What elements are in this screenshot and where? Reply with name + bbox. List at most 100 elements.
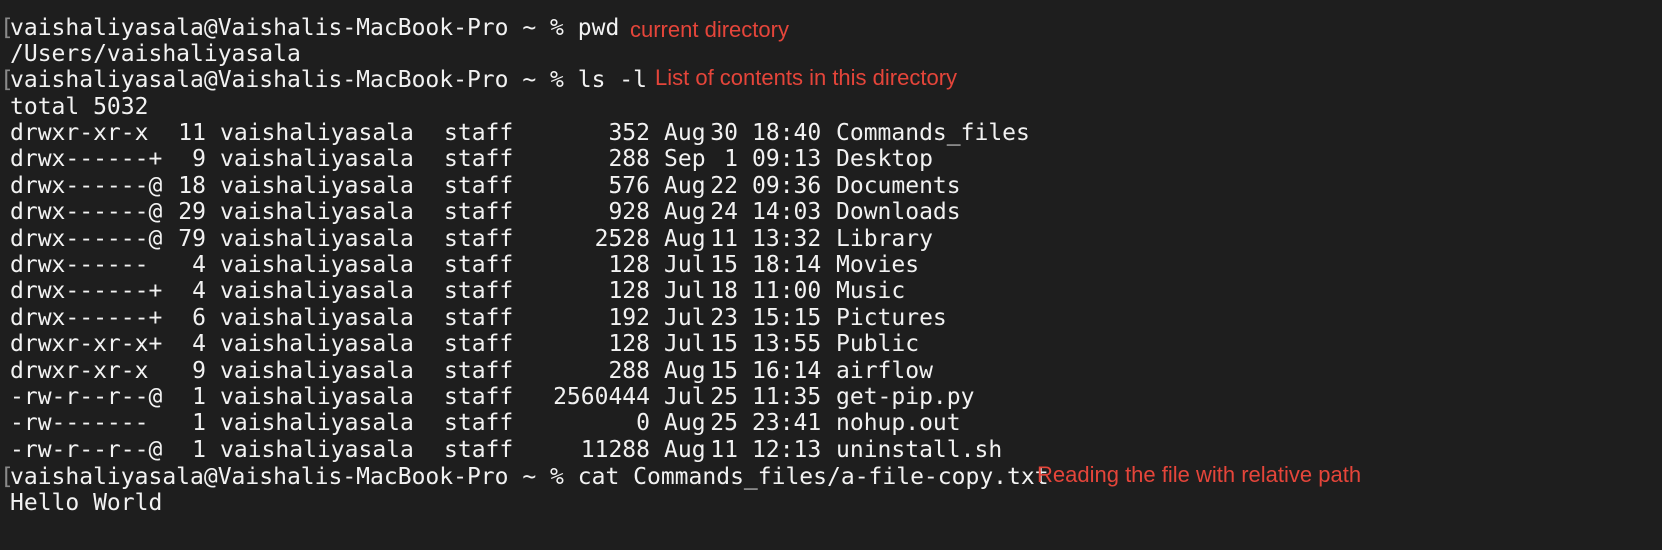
day-cell: 22	[710, 172, 738, 199]
month-cell: Jul	[664, 252, 706, 278]
month-cell: Aug	[664, 120, 706, 146]
filename-cell: Music	[836, 278, 906, 305]
month-cell: Aug	[664, 436, 706, 463]
size-cell: 0	[636, 410, 650, 437]
filename-cell: Commands_files	[836, 120, 1030, 146]
command-line-cat[interactable]: vaishaliyasala@Vaishalis-MacBook-Pro ~ %…	[10, 463, 1049, 491]
link-count-cell: 79	[178, 225, 206, 252]
size-cell: 288	[608, 146, 650, 173]
filename-cell: uninstall.sh	[836, 436, 1003, 463]
owner-cell: vaishaliyasala	[220, 410, 414, 437]
size-cell: 352	[608, 120, 650, 146]
group-cell: staff	[444, 146, 514, 173]
filename-cell: Pictures	[836, 304, 947, 331]
permissions-cell: drwx------+	[10, 146, 163, 173]
filename-cell: Movies	[836, 252, 920, 278]
link-count-cell: 6	[192, 304, 206, 331]
link-count-cell: 4	[192, 331, 206, 358]
month-cell: Jul	[664, 384, 706, 410]
day-cell: 15	[710, 357, 738, 384]
size-cell: 192	[608, 304, 650, 331]
permissions-cell: drwxr-xr-x	[10, 357, 149, 384]
owner-cell: vaishaliyasala	[220, 436, 414, 463]
annotation-relative-path: Reading the file with relative path	[1037, 462, 1362, 487]
day-cell: 11	[710, 225, 738, 252]
command-line-pwd[interactable]: vaishaliyasala@Vaishalis-MacBook-Pro ~ %…	[10, 14, 619, 42]
group-cell: staff	[444, 436, 514, 463]
day-cell: 25	[710, 384, 738, 410]
time-cell: 14:03	[752, 199, 822, 226]
filename-cell: airflow	[836, 357, 933, 384]
month-cell: Jul	[664, 278, 706, 305]
permissions-cell: drwxr-xr-x	[10, 120, 149, 146]
permissions-cell: -rw-------	[10, 410, 149, 437]
group-cell: staff	[444, 252, 514, 278]
permissions-cell: drwx------+	[10, 304, 163, 331]
size-cell: 288	[608, 357, 650, 384]
link-count-cell: 9	[192, 146, 206, 173]
link-count-cell: 29	[178, 199, 206, 226]
owner-cell: vaishaliyasala	[220, 331, 414, 358]
owner-cell: vaishaliyasala	[220, 384, 414, 410]
time-cell: 11:00	[752, 278, 822, 305]
month-cell: Sep	[664, 146, 706, 173]
owner-cell: vaishaliyasala	[220, 146, 414, 173]
group-cell: staff	[444, 225, 514, 252]
month-cell: Aug	[664, 410, 706, 437]
month-cell: Jul	[664, 331, 706, 358]
terminal-window[interactable]: [ vaishaliyasala@Vaishalis-MacBook-Pro ~…	[0, 0, 1662, 550]
command-text: pwd	[577, 15, 620, 41]
command-text: ls -l	[577, 67, 647, 93]
link-count-cell: 1	[192, 384, 206, 410]
filename-cell: nohup.out	[836, 410, 961, 437]
group-cell: staff	[444, 172, 514, 199]
day-cell: 11	[710, 436, 738, 463]
size-cell: 128	[608, 252, 650, 278]
owner-cell: vaishaliyasala	[220, 120, 414, 146]
group-cell: staff	[444, 410, 514, 437]
owner-cell: vaishaliyasala	[220, 304, 414, 331]
group-cell: staff	[444, 384, 514, 410]
time-cell: 23:41	[752, 410, 822, 437]
command-line-ls[interactable]: vaishaliyasala@Vaishalis-MacBook-Pro ~ %…	[10, 66, 647, 94]
prompt: vaishaliyasala@Vaishalis-MacBook-Pro ~ %	[10, 464, 564, 490]
month-cell: Jul	[664, 304, 706, 331]
pwd-output: /Users/vaishaliyasala	[10, 41, 301, 67]
month-cell: Aug	[664, 225, 706, 252]
annotation-current-directory: current directory	[630, 17, 789, 42]
owner-cell: vaishaliyasala	[220, 252, 414, 278]
time-cell: 12:13	[752, 436, 822, 463]
group-cell: staff	[444, 278, 514, 305]
month-cell: Aug	[664, 357, 706, 384]
day-cell: 1	[724, 146, 738, 173]
owner-cell: vaishaliyasala	[220, 278, 414, 305]
cat-output: Hello World	[10, 490, 163, 516]
time-cell: 09:13	[752, 146, 822, 173]
filename-cell: Desktop	[836, 146, 933, 173]
size-cell: 2528	[594, 225, 650, 252]
month-cell: Aug	[664, 199, 706, 226]
filename-cell: Library	[836, 225, 933, 252]
link-count-cell: 4	[192, 252, 206, 278]
permissions-cell: drwx------@	[10, 225, 163, 252]
group-cell: staff	[444, 304, 514, 331]
prompt: vaishaliyasala@Vaishalis-MacBook-Pro ~ %	[10, 15, 564, 41]
permissions-cell: -rw-r--r--@	[10, 436, 163, 463]
time-cell: 11:35	[752, 384, 822, 410]
permissions-cell: drwxr-xr-x+	[10, 331, 163, 358]
group-cell: staff	[444, 120, 514, 146]
time-cell: 18:14	[752, 252, 822, 278]
owner-cell: vaishaliyasala	[220, 199, 414, 226]
time-cell: 16:14	[752, 357, 822, 384]
time-cell: 09:36	[752, 172, 822, 199]
filename-cell: Documents	[836, 172, 961, 199]
permissions-cell: drwx------@	[10, 199, 163, 226]
day-cell: 18	[710, 278, 738, 305]
size-cell: 928	[608, 199, 650, 226]
link-count-cell: 9	[192, 357, 206, 384]
owner-cell: vaishaliyasala	[220, 357, 414, 384]
permissions-cell: drwx------	[10, 252, 149, 278]
link-count-cell: 1	[192, 410, 206, 437]
day-cell: 25	[710, 410, 738, 437]
link-count-cell: 1	[192, 436, 206, 463]
